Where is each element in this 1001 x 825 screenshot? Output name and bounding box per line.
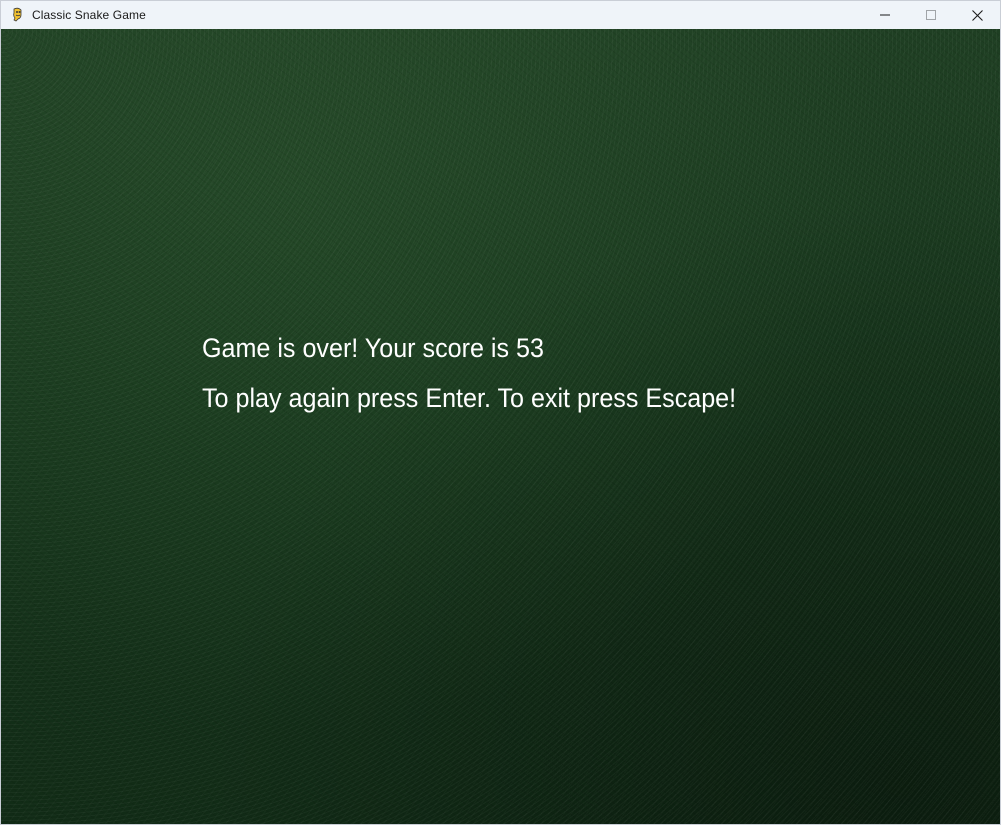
close-button[interactable] [954,1,1000,29]
minimize-icon [880,10,890,20]
window-controls [862,1,1000,29]
window-title: Classic Snake Game [32,8,146,22]
restart-instructions: To play again press Enter. To exit press… [202,383,737,413]
close-icon [971,9,983,21]
title-bar[interactable]: Classic Snake Game [1,1,1000,29]
maximize-icon [926,10,936,20]
game-over-message: Game is over! Your score is 53 [202,333,544,363]
pygame-snake-icon [10,7,26,23]
maximize-button[interactable] [908,1,954,29]
game-canvas[interactable]: Game is over! Your score is 53 To play a… [1,29,1000,824]
game-window: Classic Snake Game Game is over! Your sc… [0,0,1001,825]
background-texture [1,29,1000,824]
minimize-button[interactable] [862,1,908,29]
